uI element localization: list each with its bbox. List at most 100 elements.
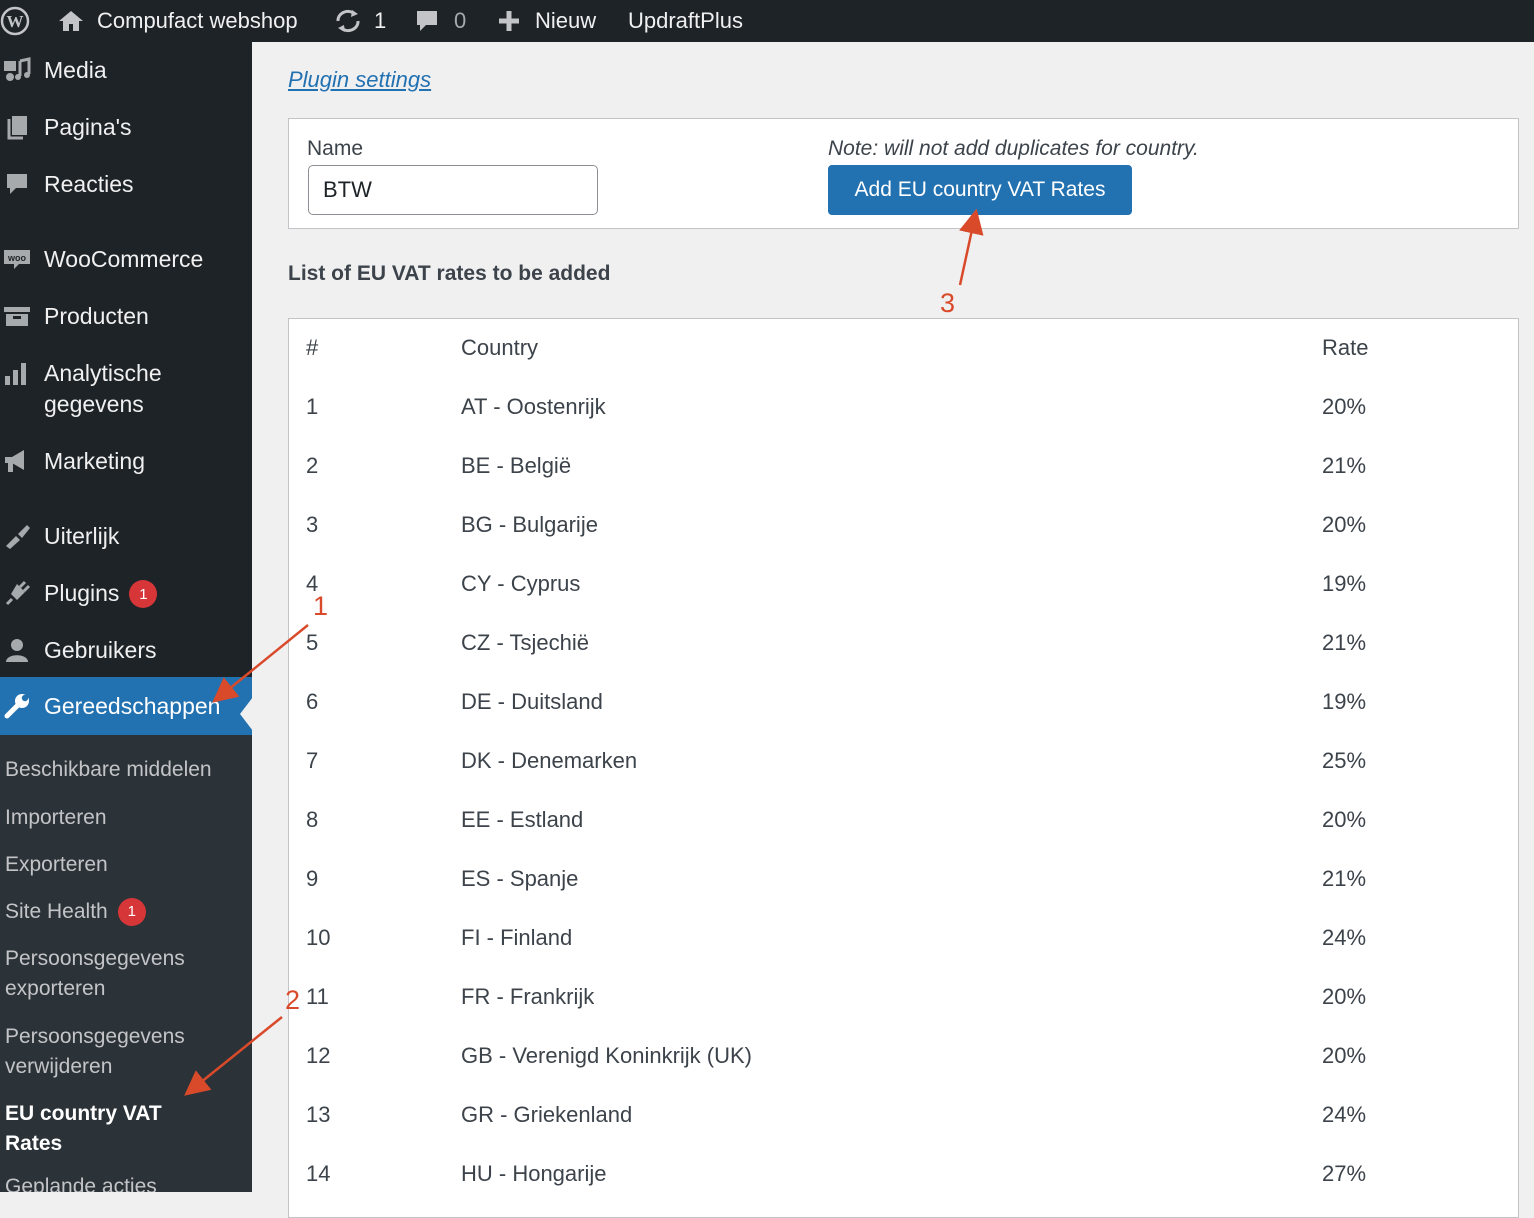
vat-rates-table: # Country Rate 1 AT - Oostenrijk 20% 2 BE - … — [288, 318, 1519, 1218]
new-content-link[interactable]: Nieuw — [497, 0, 596, 42]
sidebar-item-users[interactable]: Gebruikers — [0, 632, 252, 668]
add-rates-form: Name Note: will not add duplicates for c… — [288, 118, 1519, 229]
row-number: 10 — [306, 925, 331, 950]
submenu-item-scheduled-actions[interactable]: Geplande acties — [5, 1172, 245, 1192]
row-country: DK - Denemarken — [461, 748, 638, 773]
row-country: FR - Frankrijk — [461, 984, 595, 1009]
table-row: 13 GR - Griekenland 24% — [289, 1086, 1518, 1145]
updraftplus-link[interactable]: UpdraftPlus — [628, 0, 743, 42]
table-row: 5 CZ - Tsjechië 21% — [289, 614, 1518, 673]
update-count-badge: 1 — [129, 580, 158, 609]
svg-text:woo: woo — [7, 253, 26, 263]
row-country: DE - Duitsland — [461, 689, 603, 714]
sidebar-item-tools[interactable]: Gereedschappen — [0, 677, 252, 735]
sidebar-item-label: Analytische gegevens — [44, 360, 162, 417]
submenu-item-available-tools[interactable]: Beschikbare middelen — [5, 755, 245, 785]
sidebar-item-comments[interactable]: Reacties — [0, 166, 252, 202]
sidebar-item-analytics[interactable]: Analytische gegevens — [0, 356, 252, 422]
row-number: 14 — [306, 1161, 331, 1186]
wordpress-logo-button[interactable]: W — [0, 0, 30, 42]
home-icon — [58, 9, 84, 33]
row-number: 3 — [306, 512, 319, 537]
row-rate: 27% — [1322, 1161, 1367, 1186]
row-number: 11 — [306, 984, 329, 1009]
comments-count: 0 — [454, 8, 467, 33]
row-number: 7 — [306, 748, 319, 773]
column-header-number: # — [306, 335, 319, 360]
table-row: 14 HU - Hongarije 27% — [289, 1145, 1518, 1204]
name-label: Name — [307, 137, 364, 160]
sidebar-item-label: WooCommerce — [44, 245, 204, 272]
row-rate: 24% — [1322, 1102, 1367, 1127]
new-label: Nieuw — [535, 8, 597, 33]
column-header-rate: Rate — [1322, 335, 1369, 360]
row-country: GB - Verenigd Koninkrijk (UK) — [461, 1043, 752, 1068]
updraftplus-label: UpdraftPlus — [628, 8, 743, 33]
add-eu-vat-rates-button[interactable]: Add EU country VAT Rates — [828, 165, 1132, 215]
row-rate: 19% — [1322, 571, 1367, 596]
comments-link[interactable]: 0 — [414, 0, 466, 42]
submenu-item-erase-personal-data[interactable]: Persoonsgegevens verwijderen — [5, 1022, 225, 1082]
duplicates-note: Note: will not add duplicates for countr… — [828, 137, 1199, 160]
updates-link[interactable]: 1 — [334, 0, 386, 42]
row-rate: 21% — [1322, 453, 1367, 478]
table-row: 8 EE - Estland 20% — [289, 791, 1518, 850]
row-rate: 20% — [1322, 394, 1367, 419]
sidebar-item-products[interactable]: Producten — [0, 298, 252, 334]
row-number: 9 — [306, 866, 319, 891]
admin-bar: W Compufact webshop 1 0 Nieuw UpdraftPlu… — [0, 0, 1534, 42]
sidebar-item-label: Producten — [44, 302, 149, 329]
name-field[interactable] — [308, 165, 598, 215]
row-number: 5 — [306, 630, 319, 655]
row-country: CY - Cyprus — [461, 571, 581, 596]
row-number: 8 — [306, 807, 319, 832]
sidebar-item-plugins[interactable]: Plugins 1 — [0, 575, 252, 611]
submenu-item-import[interactable]: Importeren — [5, 803, 245, 833]
plugin-settings-link[interactable]: Plugin settings — [288, 67, 431, 93]
row-country: EE - Estland — [461, 807, 584, 832]
table-row: 4 CY - Cyprus 19% — [289, 555, 1518, 614]
submenu-item-export[interactable]: Exporteren — [5, 850, 245, 880]
row-rate: 21% — [1322, 630, 1367, 655]
appearance-icon — [0, 523, 34, 549]
woocommerce-icon: woo — [0, 247, 34, 271]
row-number: 12 — [306, 1043, 331, 1068]
megaphone-icon — [0, 448, 34, 474]
table-row: 2 BE - België 21% — [289, 437, 1518, 496]
row-number: 6 — [306, 689, 319, 714]
current-menu-arrow — [240, 697, 252, 731]
row-country: GR - Griekenland — [461, 1102, 633, 1127]
row-rate: 20% — [1322, 807, 1367, 832]
table-row: 1 AT - Oostenrijk 20% — [289, 378, 1518, 437]
sidebar-item-media[interactable]: Media — [0, 52, 252, 88]
comments-icon — [0, 171, 34, 197]
row-number: 1 — [306, 394, 319, 419]
row-number: 4 — [306, 571, 319, 596]
site-name: Compufact webshop — [97, 8, 298, 33]
row-number: 2 — [306, 453, 319, 478]
refresh-icon — [334, 9, 362, 33]
submenu-item-eu-vat-rates[interactable]: EU country VAT Rates — [5, 1099, 205, 1159]
submenu-item-site-health[interactable]: Site Health 1 — [5, 897, 245, 927]
row-country: AT - Oostenrijk — [461, 394, 606, 419]
comment-bubble-icon — [414, 8, 440, 34]
sidebar-item-appearance[interactable]: Uiterlijk — [0, 518, 252, 554]
products-icon — [0, 304, 34, 328]
row-country: FI - Finland — [461, 925, 573, 950]
sidebar-item-pages[interactable]: Pagina's — [0, 109, 252, 145]
svg-text:W: W — [7, 12, 24, 31]
sidebar-item-label: Gereedschappen — [44, 692, 221, 719]
site-name-link[interactable]: Compufact webshop — [58, 0, 298, 42]
pages-icon — [0, 114, 34, 140]
sidebar-item-label: Media — [44, 56, 107, 83]
sidebar-item-label: Pagina's — [44, 113, 132, 140]
sidebar-item-label: Marketing — [44, 447, 145, 474]
submenu-item-export-personal-data[interactable]: Persoonsgegevens exporteren — [5, 944, 225, 1004]
plus-icon — [497, 9, 521, 33]
sidebar-item-marketing[interactable]: Marketing — [0, 443, 252, 479]
admin-sidebar: Media Pagina's Reacties woo WooCommerce … — [0, 42, 252, 1192]
wrench-icon — [0, 692, 34, 720]
sidebar-item-woocommerce[interactable]: woo WooCommerce — [0, 241, 252, 277]
site-health-badge: 1 — [117, 898, 146, 927]
row-rate: 20% — [1322, 984, 1367, 1009]
